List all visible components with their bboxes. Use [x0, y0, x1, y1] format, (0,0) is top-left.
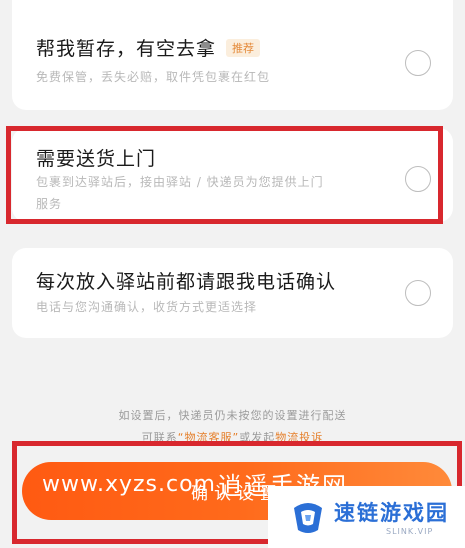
radio-button-phone-confirm[interactable] — [405, 280, 431, 306]
option-card-phone-confirm[interactable]: 每次放入驿站前都请跟我电话确认 电话与您沟通确认，收货方式更适选择 — [12, 248, 453, 338]
brand-logo-icon — [294, 503, 322, 533]
option-title: 每次放入驿站前都请跟我电话确认 — [36, 271, 337, 293]
option-card-store[interactable]: 帮我暂存，有空去拿 推荐 免费保管，丢失必赔，取件凭包裹在红包 — [12, 0, 453, 110]
brand-sub: SLINK.VIP — [386, 527, 434, 536]
option-desc: 电话与您沟通确认，收货方式更适选择 — [36, 300, 258, 314]
highlight-box — [6, 126, 443, 224]
watermark-url: www.xyzs.com — [42, 472, 216, 497]
recommend-badge: 推荐 — [226, 39, 261, 57]
radio-button-store[interactable] — [405, 50, 431, 76]
brand-panel: 速链游戏园 SLINK.VIP — [268, 486, 465, 548]
brand-name: 速链游戏园 — [334, 501, 449, 525]
option-title: 帮我暂存，有空去拿 推荐 — [36, 34, 261, 61]
footer-note: 如设置后，快递员仍未按您的设置进行配送 — [118, 409, 347, 422]
option-desc: 免费保管，丢失必赔，取件凭包裹在红包 — [36, 70, 271, 84]
